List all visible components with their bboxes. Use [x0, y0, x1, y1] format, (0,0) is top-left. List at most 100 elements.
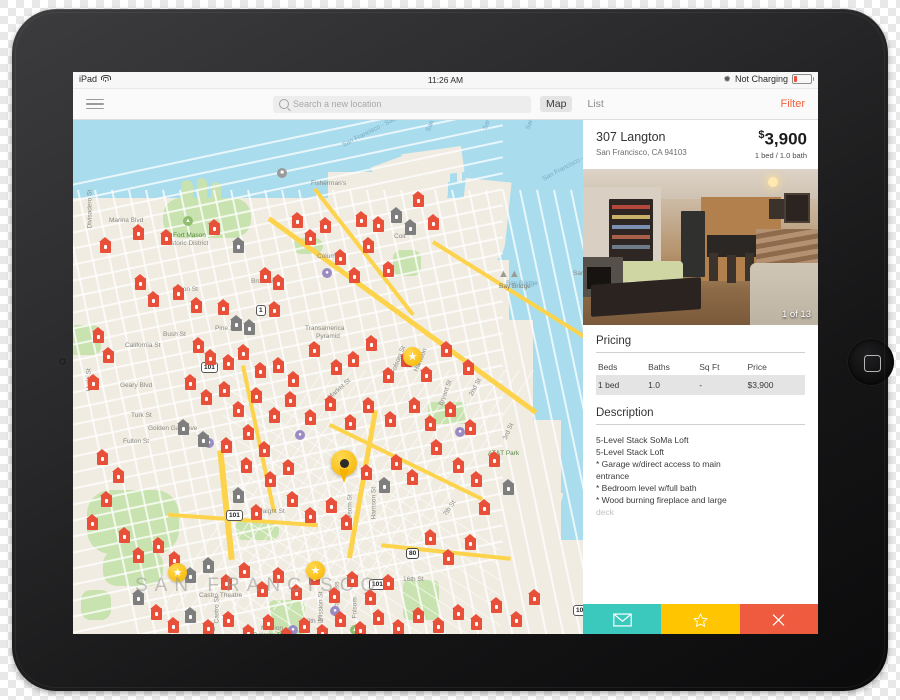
map-property-pin[interactable]	[430, 438, 444, 457]
map-property-pin[interactable]	[272, 273, 286, 292]
map-property-pin[interactable]	[172, 283, 186, 302]
map-property-pin[interactable]	[96, 448, 110, 467]
map-poi-icon[interactable]: ●	[295, 430, 305, 440]
map-property-pin[interactable]	[242, 623, 256, 634]
map-property-pin[interactable]	[470, 470, 484, 489]
map-property-pin[interactable]	[204, 348, 218, 367]
map-property-pin[interactable]	[134, 273, 148, 292]
map-property-pin[interactable]	[308, 340, 322, 359]
map-property-pin[interactable]	[160, 228, 174, 247]
map-property-pin[interactable]	[184, 373, 198, 392]
map-property-pin[interactable]	[208, 218, 222, 237]
map-property-pin[interactable]	[282, 458, 296, 477]
map-property-pin[interactable]	[354, 620, 368, 634]
map-property-pin[interactable]	[250, 386, 264, 405]
map-property-pin[interactable]	[99, 236, 113, 255]
map-property-pin[interactable]	[272, 356, 286, 375]
map-property-pin[interactable]	[237, 343, 251, 362]
selected-property-pin[interactable]	[331, 450, 357, 484]
map-property-pin[interactable]	[355, 210, 369, 229]
map-property-pin[interactable]	[424, 528, 438, 547]
map-property-pin[interactable]	[177, 418, 191, 437]
map-property-pin[interactable]	[87, 373, 101, 392]
map-property-pin[interactable]	[412, 606, 426, 625]
map-property-pin[interactable]	[324, 394, 338, 413]
map-property-pin[interactable]	[412, 190, 426, 209]
map-view[interactable]: Bay Bridge ▲▲ San Francisco - SausalitoS…	[73, 120, 583, 634]
map-cluster-marker[interactable]: ★	[403, 347, 422, 366]
map-property-pin[interactable]	[372, 608, 386, 627]
map-property-pin[interactable]	[268, 406, 282, 425]
map-property-pin[interactable]	[152, 536, 166, 555]
map-property-pin[interactable]	[440, 340, 454, 359]
map-property-pin[interactable]	[222, 353, 236, 372]
map-property-pin[interactable]	[112, 466, 126, 485]
map-property-pin[interactable]	[150, 603, 164, 622]
map-property-pin[interactable]	[384, 410, 398, 429]
map-property-pin[interactable]	[390, 206, 404, 225]
map-poi-icon[interactable]: ●	[455, 427, 465, 437]
map-property-pin[interactable]	[232, 486, 246, 505]
map-property-pin[interactable]	[408, 396, 422, 415]
map-property-pin[interactable]	[378, 476, 392, 495]
map-property-pin[interactable]	[258, 440, 272, 459]
map-property-pin[interactable]	[287, 370, 301, 389]
map-property-pin[interactable]	[420, 365, 434, 384]
map-property-pin[interactable]	[502, 478, 516, 497]
map-property-pin[interactable]	[184, 606, 198, 625]
map-property-pin[interactable]	[316, 623, 330, 634]
map-property-pin[interactable]	[202, 556, 216, 575]
favorite-button[interactable]	[661, 604, 740, 634]
map-property-pin[interactable]	[100, 490, 114, 509]
map-property-pin[interactable]	[190, 296, 204, 315]
map-property-pin[interactable]	[232, 236, 246, 255]
map-property-pin[interactable]	[488, 450, 502, 469]
map-property-pin[interactable]	[304, 408, 318, 427]
map-property-pin[interactable]	[382, 366, 396, 385]
map-property-pin[interactable]	[464, 533, 478, 552]
map-property-pin[interactable]	[372, 215, 386, 234]
map-property-pin[interactable]	[452, 603, 466, 622]
map-poi-icon[interactable]: ●	[322, 268, 332, 278]
map-property-pin[interactable]	[232, 400, 246, 419]
map-property-pin[interactable]	[510, 610, 524, 629]
map-property-pin[interactable]	[304, 506, 318, 525]
home-button[interactable]	[848, 339, 894, 385]
map-property-pin[interactable]	[254, 361, 268, 380]
map-property-pin[interactable]	[528, 588, 542, 607]
tab-map[interactable]: Map	[540, 96, 573, 112]
map-property-pin[interactable]	[340, 513, 354, 532]
map-property-pin[interactable]	[86, 513, 100, 532]
map-property-pin[interactable]	[424, 414, 438, 433]
map-property-pin[interactable]	[218, 380, 232, 399]
map-property-pin[interactable]	[222, 610, 236, 629]
search-input[interactable]: Search a new location	[273, 95, 531, 113]
map-property-pin[interactable]	[462, 358, 476, 377]
map-property-pin[interactable]	[334, 610, 348, 629]
map-property-pin[interactable]	[197, 430, 211, 449]
map-property-pin[interactable]	[132, 223, 146, 242]
map-property-pin[interactable]	[406, 468, 420, 487]
filter-button[interactable]: Filter	[781, 98, 805, 110]
map-property-pin[interactable]	[362, 396, 376, 415]
hamburger-menu-icon[interactable]	[86, 96, 104, 113]
map-property-pin[interactable]	[291, 211, 305, 230]
map-property-pin[interactable]	[490, 596, 504, 615]
map-property-pin[interactable]	[240, 456, 254, 475]
map-property-pin[interactable]	[280, 626, 294, 634]
map-property-pin[interactable]	[404, 218, 418, 237]
map-property-pin[interactable]	[392, 618, 406, 634]
map-property-pin[interactable]	[360, 463, 374, 482]
map-property-pin[interactable]	[284, 390, 298, 409]
tab-list[interactable]: List	[581, 96, 609, 112]
map-property-pin[interactable]	[365, 334, 379, 353]
map-property-pin[interactable]	[444, 400, 458, 419]
map-property-pin[interactable]	[390, 453, 404, 472]
map-property-pin[interactable]	[442, 548, 456, 567]
map-property-pin[interactable]	[382, 573, 396, 592]
map-property-pin[interactable]	[319, 216, 333, 235]
map-property-pin[interactable]	[242, 423, 256, 442]
map-property-pin[interactable]	[92, 326, 106, 345]
email-button[interactable]	[583, 604, 662, 634]
map-property-pin[interactable]	[264, 470, 278, 489]
